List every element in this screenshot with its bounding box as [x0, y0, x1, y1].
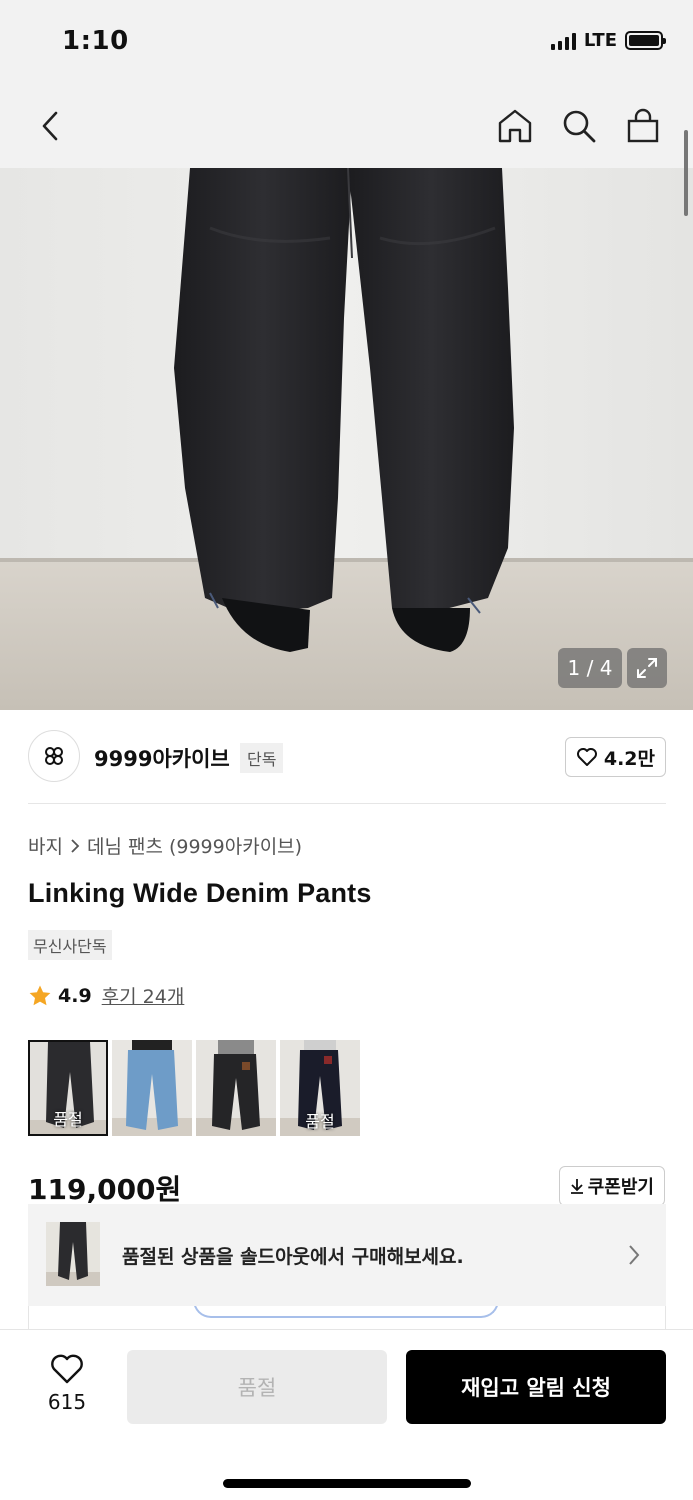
shopping-bag-icon: [627, 108, 659, 143]
wishlist-count: 615: [47, 1390, 87, 1414]
top-nav: [0, 84, 693, 168]
status-time: 1:10: [62, 26, 129, 56]
jeans-photo: [0, 168, 693, 710]
review-link[interactable]: 후기 24개: [102, 982, 185, 1009]
brand-like-button[interactable]: 4.2만: [564, 737, 666, 777]
product-price: 119,000원: [28, 1173, 182, 1206]
search-button[interactable]: [559, 104, 599, 148]
variant-soldout-label: 품절: [305, 1112, 335, 1131]
product-title: Linking Wide Denim Pants: [28, 878, 372, 908]
status-indicators: LTE: [550, 30, 666, 51]
brand-logo[interactable]: [28, 730, 80, 782]
expand-icon: [637, 658, 657, 678]
home-icon: [498, 109, 532, 143]
chevron-left-icon: [42, 111, 58, 141]
bottom-action-bar: 615 품절 재입고 알림 신청: [0, 1329, 693, 1500]
store-badge: 무신사단독: [28, 930, 112, 960]
hidden-card-edge: [28, 1306, 666, 1330]
brand-row: 9999아카이브 단독 4.2만: [28, 730, 666, 784]
brand-logo-icon: [45, 747, 63, 765]
home-indicator[interactable]: [223, 1479, 471, 1488]
status-bar: 1:10 LTE: [0, 0, 693, 84]
rating-row: 4.9 후기 24개: [28, 982, 184, 1009]
download-icon: [570, 1179, 583, 1194]
exclusive-badge: 단독: [240, 743, 284, 773]
soldout-banner-text: 품절된 상품을 솔드아웃에서 구매해보세요.: [122, 1246, 464, 1268]
variant-soldout-label: 품절: [53, 1110, 83, 1129]
variant-option[interactable]: 품절: [280, 1040, 360, 1136]
home-button[interactable]: [495, 104, 535, 148]
heart-icon: [51, 1354, 83, 1384]
soldout-banner-thumbnail: [46, 1222, 100, 1286]
product-image[interactable]: [0, 168, 693, 710]
back-button[interactable]: [30, 104, 70, 148]
variant-thumbnail: [112, 1040, 192, 1136]
variant-thumbnail: [196, 1040, 276, 1136]
scroll-indicator[interactable]: [684, 130, 688, 216]
variant-list: 품절 품절: [28, 1040, 360, 1136]
image-counter: 1 / 4: [558, 648, 622, 688]
cart-button[interactable]: [623, 104, 663, 148]
wishlist-button[interactable]: 615: [44, 1354, 90, 1414]
signal-icon: [550, 32, 576, 50]
coupon-button[interactable]: 쿠폰받기: [558, 1166, 665, 1206]
rating-value: 4.9: [58, 984, 92, 1007]
breadcrumb-subcategory[interactable]: 데님 팬츠 (9999아카이브): [87, 832, 302, 859]
variant-option[interactable]: [196, 1040, 276, 1136]
variant-option[interactable]: [112, 1040, 192, 1136]
soldout-button: 품절: [127, 1350, 387, 1424]
divider: [28, 803, 666, 804]
variant-option[interactable]: 품절: [28, 1040, 108, 1136]
brand-like-count: 4.2만: [603, 747, 655, 770]
chevron-right-icon: [71, 838, 80, 853]
breadcrumb: 바지 데님 팬츠 (9999아카이브): [28, 832, 302, 859]
restock-alert-button[interactable]: 재입고 알림 신청: [406, 1350, 666, 1424]
heart-icon: [576, 748, 597, 766]
breadcrumb-category[interactable]: 바지: [28, 832, 63, 859]
star-icon: [29, 985, 51, 1005]
battery-icon: [625, 31, 666, 50]
brand-name[interactable]: 9999아카이브: [94, 743, 230, 773]
soldout-banner[interactable]: 품절된 상품을 솔드아웃에서 구매해보세요.: [28, 1204, 666, 1306]
chevron-right-icon: [629, 1245, 640, 1265]
network-type: LTE: [583, 30, 617, 51]
expand-button[interactable]: [627, 648, 667, 688]
search-icon: [563, 110, 596, 143]
coupon-label: 쿠폰받기: [587, 1177, 654, 1198]
